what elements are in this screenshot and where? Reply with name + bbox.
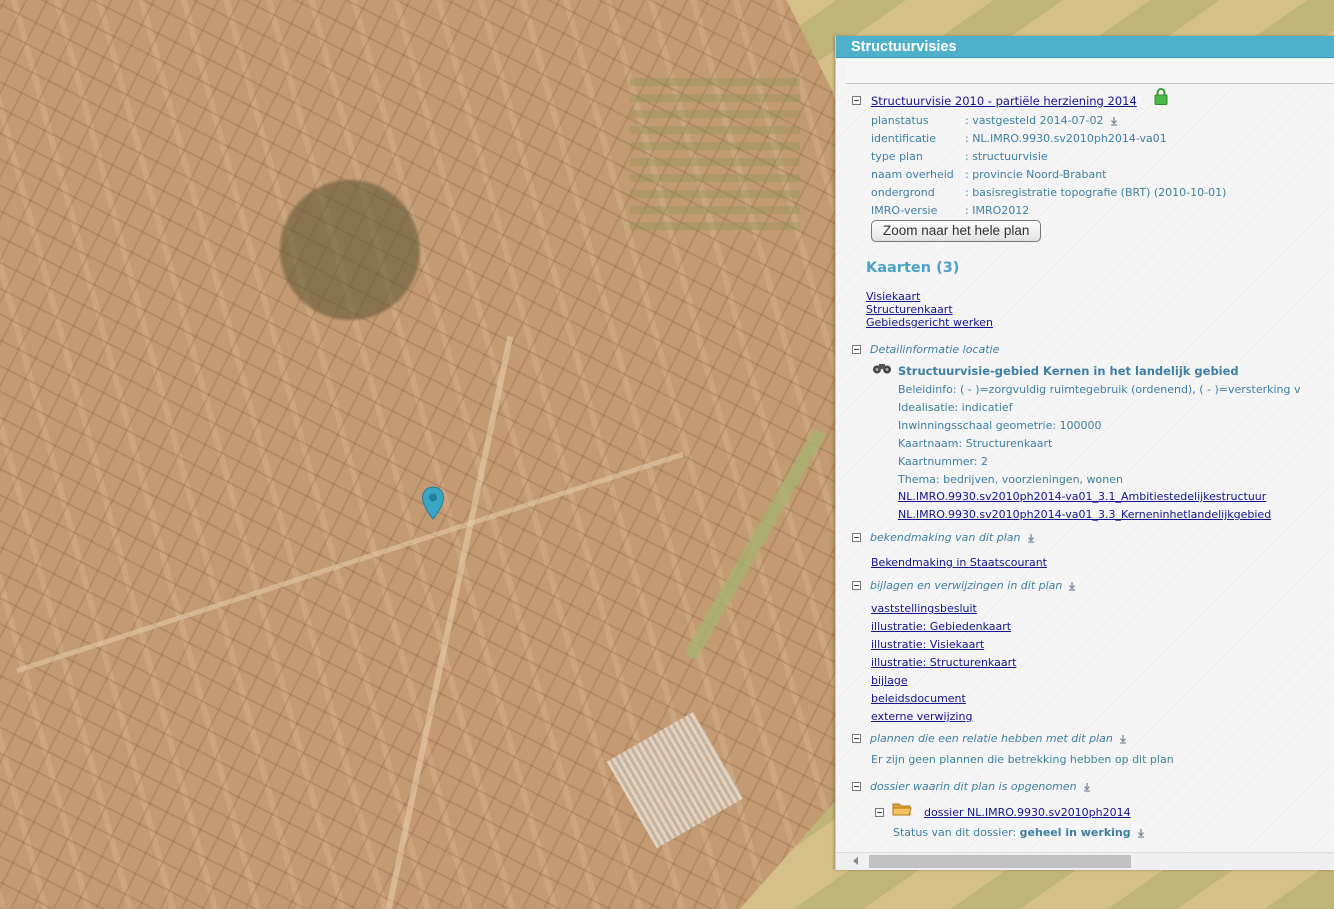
info-icon[interactable] xyxy=(1068,581,1076,591)
bijlagen-heading: bijlagen en verwijzingen in dit plan xyxy=(870,579,1076,592)
kaart-link-visiekaart[interactable]: Visiekaart xyxy=(866,290,920,303)
field-label: naam overheid xyxy=(871,168,954,181)
kaart-link-gebiedsgericht[interactable]: Gebiedsgericht werken xyxy=(866,316,993,329)
dossier-heading: dossier waarin dit plan is opgenomen xyxy=(870,780,1091,793)
kaarten-heading: Kaarten (3) xyxy=(866,260,960,276)
detail-line: Idealisatie: indicatief xyxy=(898,401,1013,414)
detail-line: Beleidinfo: ( - )=zorgvuldig ruimtegebru… xyxy=(898,383,1301,396)
panel-content[interactable]: Structuurvisie 2010 - partiële herzienin… xyxy=(836,86,1334,852)
collapse-toggle-icon[interactable] xyxy=(852,782,861,791)
field-label: IMRO-versie xyxy=(871,204,938,217)
horizontal-scrollbar[interactable] xyxy=(836,852,1334,870)
map-street xyxy=(16,451,684,674)
structuurvisies-panel: Structuurvisies Structuurvisie 2010 - pa… xyxy=(835,36,1334,870)
detail-line: Kaartnummer: 2 xyxy=(898,455,989,468)
map-street xyxy=(382,335,514,909)
info-icon[interactable] xyxy=(1110,116,1118,126)
relaties-heading: plannen die een relatie hebben met dit p… xyxy=(870,732,1127,745)
info-icon[interactable] xyxy=(1027,533,1035,543)
bijlage-link[interactable]: beleidsdocument xyxy=(871,692,966,705)
detail-line: Thema: bedrijven, voorzieningen, wonen xyxy=(898,473,1123,486)
field-label: planstatus xyxy=(871,114,929,127)
detail-link-kerneninhetlandelijkgebied[interactable]: NL.IMRO.9930.sv2010ph2014-va01_3.3_Kerne… xyxy=(898,508,1271,521)
binoculars-icon xyxy=(873,364,891,374)
field-value: : basisregistratie topografie (BRT) (201… xyxy=(965,186,1227,199)
dossier-link[interactable]: dossier NL.IMRO.9930.sv2010ph2014 xyxy=(924,806,1131,819)
field-label: identificatie xyxy=(871,132,937,145)
collapse-toggle-icon[interactable] xyxy=(852,533,861,542)
map-sports-fields xyxy=(630,70,800,230)
detail-title: Structuurvisie-gebied Kernen in het land… xyxy=(898,364,1239,378)
info-icon[interactable] xyxy=(1137,828,1145,838)
bijlage-link[interactable]: externe verwijzing xyxy=(871,710,972,723)
field-value: : structuurvisie xyxy=(965,150,1048,163)
relaties-text: Er zijn geen plannen die betrekking hebb… xyxy=(871,753,1174,766)
collapse-toggle-icon[interactable] xyxy=(852,581,861,590)
map-greenhouse xyxy=(606,711,744,849)
info-icon[interactable] xyxy=(1083,782,1091,792)
field-label: type plan xyxy=(871,150,923,163)
bekendmaking-heading: bekendmaking van dit plan xyxy=(870,531,1035,544)
dossier-status: Status van dit dossier: geheel in werkin… xyxy=(893,826,1145,839)
bijlage-link[interactable]: illustratie: Gebiedenkaart xyxy=(871,620,1011,633)
info-icon[interactable] xyxy=(1119,734,1127,744)
field-value: : vastgesteld 2014-07-02 xyxy=(965,114,1118,127)
panel-title: Structuurvisies xyxy=(836,36,1334,58)
kaart-link-structurenkaart[interactable]: Structurenkaart xyxy=(866,303,953,316)
field-value: : provincie Noord-Brabant xyxy=(965,168,1107,181)
folder-icon xyxy=(892,803,912,816)
collapse-toggle-icon[interactable] xyxy=(852,734,861,743)
bijlage-link[interactable]: illustratie: Visiekaart xyxy=(871,638,984,651)
lock-icon xyxy=(1154,88,1168,105)
collapse-toggle-icon[interactable] xyxy=(875,808,884,817)
map-pin-icon[interactable] xyxy=(421,486,445,520)
collapse-toggle-icon[interactable] xyxy=(852,96,861,105)
detail-heading: Detailinformatie locatie xyxy=(870,343,1000,356)
plan-title-link[interactable]: Structuurvisie 2010 - partiële herzienin… xyxy=(871,94,1137,108)
map-highway xyxy=(683,428,827,661)
scroll-left-icon[interactable] xyxy=(853,857,858,865)
detail-line: Kaartnaam: Structurenkaart xyxy=(898,437,1053,450)
panel-toolbar xyxy=(846,59,1334,84)
collapse-toggle-icon[interactable] xyxy=(852,345,861,354)
bijlage-link[interactable]: vaststellingsbesluit xyxy=(871,602,977,615)
zoom-to-plan-button[interactable]: Zoom naar het hele plan xyxy=(871,220,1042,242)
scrollbar-thumb[interactable] xyxy=(869,855,1131,868)
bekendmaking-link[interactable]: Bekendmaking in Staatscourant xyxy=(871,556,1047,569)
detail-line: Inwinningsschaal geometrie: 100000 xyxy=(898,419,1102,432)
field-label: ondergrond xyxy=(871,186,935,199)
field-value: : NL.IMRO.9930.sv2010ph2014-va01 xyxy=(965,132,1167,145)
bijlage-link[interactable]: illustratie: Structurenkaart xyxy=(871,656,1016,669)
field-value: : IMRO2012 xyxy=(965,204,1030,217)
bijlage-link[interactable]: bijlage xyxy=(871,674,908,687)
detail-link-ambitiestedelijkestructuur[interactable]: NL.IMRO.9930.sv2010ph2014-va01_3.1_Ambit… xyxy=(898,490,1266,503)
